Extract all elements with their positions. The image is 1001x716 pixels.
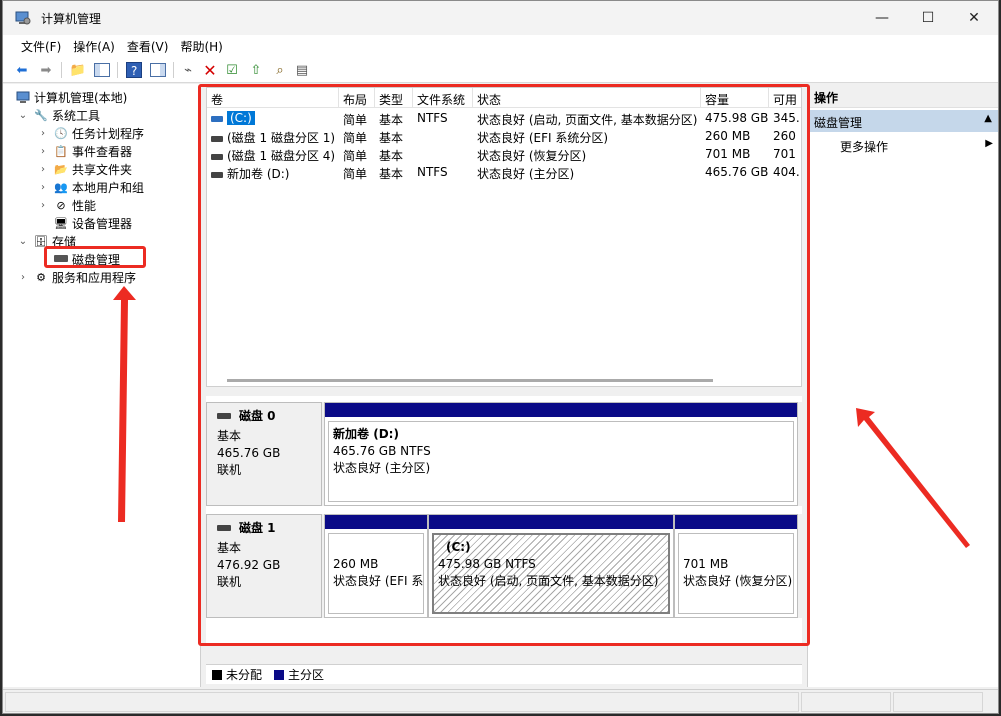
computer-icon [15, 89, 31, 105]
up-folder-icon[interactable]: 📁 [69, 61, 87, 79]
connect-icon[interactable]: ⌁ [179, 61, 197, 79]
event-log-icon: 📋 [54, 144, 68, 158]
tree-item-device-manager[interactable]: 🖥 设备管理器 [53, 214, 132, 232]
tree-label-shared-folders: 共享文件夹 [72, 162, 133, 177]
legend-primary-label: 主分区 [288, 668, 325, 682]
forward-arrow-icon[interactable]: ➡ [37, 61, 55, 79]
menu-bar: 文件(F) 操作(A) 查看(V) 帮助(H) [3, 35, 998, 57]
tree-item-performance[interactable]: › ⊘ 性能 [37, 196, 96, 214]
actions-panel: 操作 磁盘管理 ▲ 更多操作 ▶ [807, 84, 998, 687]
tree-item-root[interactable]: 计算机管理(本地) [15, 88, 127, 106]
legend-unallocated-swatch [212, 669, 222, 680]
tree-item-services-apps[interactable]: › ⚙ 服务和应用程序 [17, 268, 136, 286]
tree-item-system-tools[interactable]: ⌄ 🔧 系统工具 [17, 106, 100, 124]
tree-label-system-tools: 系统工具 [52, 108, 101, 123]
show-hide-tree-icon[interactable] [93, 61, 111, 79]
help-icon[interactable]: ? [125, 61, 143, 79]
chevron-right-icon[interactable]: › [17, 272, 29, 283]
computer-management-icon [15, 11, 31, 25]
tree-item-task-scheduler[interactable]: › 🕓 任务计划程序 [37, 124, 144, 142]
actions-header: 操作 [808, 84, 998, 108]
tree-label-device-manager: 设备管理器 [72, 216, 133, 231]
tree-item-event-viewer[interactable]: › 📋 事件查看器 [37, 142, 132, 160]
chevron-down-icon[interactable]: ⌄ [17, 236, 29, 247]
services-icon: ⚙ [36, 270, 46, 284]
menu-help[interactable]: 帮助(H) [174, 35, 228, 57]
clock-icon: 🕓 [54, 126, 68, 140]
menu-file[interactable]: 文件(F) [15, 35, 67, 57]
shared-folder-icon: 📂 [54, 162, 68, 176]
tree-label-task-scheduler: 任务计划程序 [72, 126, 145, 141]
properties-pane-icon[interactable] [149, 61, 167, 79]
tree-label-services-apps: 服务和应用程序 [52, 270, 137, 285]
check-icon[interactable]: ☑ [223, 61, 241, 79]
status-segment [893, 692, 983, 712]
chevron-right-icon[interactable]: › [37, 164, 49, 175]
chevron-right-icon[interactable]: › [37, 182, 49, 193]
window-title: 计算机管理 [41, 12, 102, 26]
status-segment [5, 692, 799, 712]
collapse-up-icon[interactable]: ▲ [984, 113, 992, 124]
chevron-right-icon[interactable]: › [37, 128, 49, 139]
minimize-button[interactable]: — [859, 1, 905, 35]
more-actions-label: 更多操作 [840, 140, 889, 154]
toolbar: ⬅ ➡ 📁 ? ⌁ ✕ ☑ ⇧ ⌕ ▤ [3, 57, 998, 83]
device-manager-icon: 🖥 [54, 216, 68, 230]
more-actions-item[interactable]: 更多操作 ▶ [840, 138, 995, 156]
title-bar: 计算机管理 — ☐ ✕ [3, 1, 998, 35]
annotation-box-disk-management [44, 246, 146, 268]
back-arrow-icon[interactable]: ⬅ [13, 61, 31, 79]
actions-section-label: 磁盘管理 [814, 116, 863, 130]
chevron-right-icon[interactable]: › [37, 146, 49, 157]
legend-primary-swatch [274, 669, 285, 680]
tree-item-local-users[interactable]: › 👥 本地用户和组 [37, 178, 144, 196]
close-button[interactable]: ✕ [951, 1, 997, 35]
navigation-tree: 计算机管理(本地) ⌄ 🔧 系统工具 › 🕓 任务计划程序 › 📋 事件查看器 … [3, 84, 201, 687]
tree-item-shared-folders[interactable]: › 📂 共享文件夹 [37, 160, 132, 178]
legend-unallocated-label: 未分配 [226, 668, 263, 682]
arrow-right-icon: ▶ [985, 138, 993, 149]
tree-label-local-users: 本地用户和组 [72, 180, 145, 195]
search-icon[interactable]: ⌕ [271, 61, 289, 79]
actions-section-disk-management[interactable]: 磁盘管理 ▲ [808, 110, 998, 132]
chevron-right-icon[interactable]: › [37, 200, 49, 211]
annotation-box-disk-panel [198, 84, 810, 646]
performance-icon: ⊘ [56, 198, 66, 212]
delete-icon[interactable]: ✕ [201, 61, 219, 80]
menu-action[interactable]: 操作(A) [67, 35, 121, 57]
status-segment [801, 692, 891, 712]
status-bar [3, 689, 998, 713]
tree-label-event-viewer: 事件查看器 [72, 144, 133, 159]
maximize-button[interactable]: ☐ [905, 1, 951, 35]
legend: 未分配 主分区 [206, 664, 802, 684]
svg-text:?: ? [131, 64, 137, 78]
users-icon: 👥 [54, 180, 68, 194]
menu-view[interactable]: 查看(V) [121, 35, 175, 57]
list-view-icon[interactable]: ▤ [293, 61, 311, 79]
tools-icon: 🔧 [34, 108, 48, 122]
upload-icon[interactable]: ⇧ [247, 61, 265, 79]
tree-label-root: 计算机管理(本地) [34, 90, 128, 105]
tree-label-performance: 性能 [72, 198, 97, 213]
chevron-down-icon[interactable]: ⌄ [17, 110, 29, 121]
